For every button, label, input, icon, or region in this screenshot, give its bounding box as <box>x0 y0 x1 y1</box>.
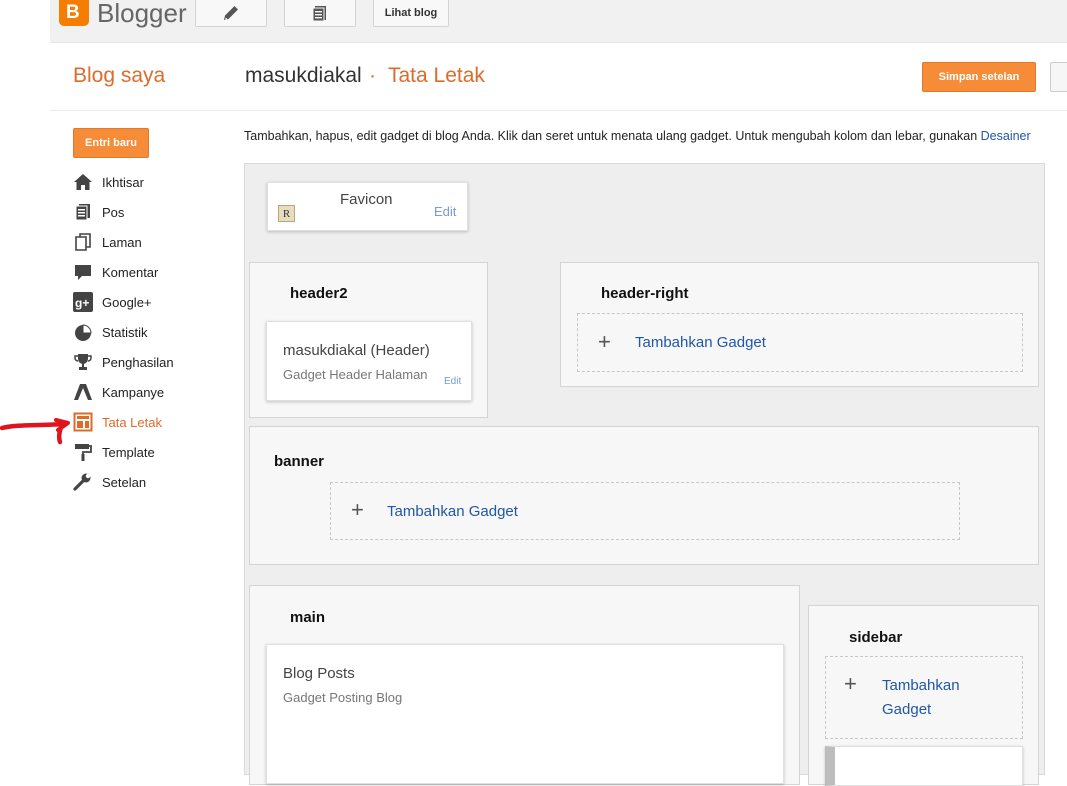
sidebar-gadget[interactable] <box>825 746 1023 786</box>
add-gadget-banner[interactable]: + Tambahkan Gadget <box>330 482 960 540</box>
sidebar-item-template[interactable]: Template <box>73 441 155 463</box>
add-gadget-sidebar[interactable]: + Tambahkan Gadget <box>825 656 1023 739</box>
sidebar-item-label: Penghasilan <box>102 354 174 370</box>
posts-list-button[interactable] <box>284 0 356 27</box>
gadget-title: Blog Posts <box>283 665 355 682</box>
new-post-pencil-button[interactable] <box>195 0 267 27</box>
sidebar-item-kampanye[interactable]: Kampanye <box>73 381 164 403</box>
sidebar-item-label: Ikhtisar <box>102 174 144 190</box>
section-header-right: header-right + Tambahkan Gadget <box>560 262 1039 387</box>
add-gadget-label: Tambahkan <box>882 677 960 694</box>
sidebar-item-label: Google+ <box>102 294 152 310</box>
favicon-gadget[interactable]: R Favicon Edit <box>267 182 468 231</box>
sidebar-item-label: Tata Letak <box>102 414 162 430</box>
sidebar-item-komentar[interactable]: Komentar <box>73 261 158 283</box>
blog-name: masukdiakal <box>245 64 362 87</box>
preview-button[interactable] <box>1050 62 1067 92</box>
section-sidebar: sidebar + Tambahkan Gadget <box>808 605 1039 786</box>
pages-icon <box>73 232 93 252</box>
sidebar-item-tata-letak[interactable]: Tata Letak <box>73 411 162 433</box>
sidebar-item-label: Setelan <box>102 474 147 490</box>
header-divider <box>50 110 1067 111</box>
my-blogs-link[interactable]: Blog saya <box>73 64 165 88</box>
sidebar-item-label: Statistik <box>102 324 148 340</box>
sidebar-item-google-plus[interactable]: g+ Google+ <box>73 291 152 313</box>
section-header2: header2 masukdiakal (Header) Gadget Head… <box>249 262 488 418</box>
sidebar-item-label: Laman <box>102 234 142 250</box>
add-gadget-header-right[interactable]: + Tambahkan Gadget <box>577 313 1023 372</box>
wrench-icon <box>73 472 93 492</box>
sidebar-item-ikhtisar[interactable]: Ikhtisar <box>73 171 144 193</box>
layout-description: Tambahkan, hapus, edit gadget di blog An… <box>244 129 1031 143</box>
section-title: sidebar <box>849 629 903 646</box>
sidebar-item-label: Kampanye <box>102 384 165 400</box>
comment-icon <box>73 262 93 282</box>
gadget-subtitle: Gadget Header Halaman <box>283 367 428 382</box>
section-title: banner <box>274 453 325 470</box>
section-title: main <box>290 609 326 626</box>
designer-link[interactable]: Desainer <box>981 129 1031 143</box>
blog-posts-gadget[interactable]: Blog Posts Gadget Posting Blog <box>266 644 784 784</box>
logo-letter: B <box>66 2 80 23</box>
sidebar-item-setelan[interactable]: Setelan <box>73 471 146 493</box>
favicon-edit-link[interactable]: Edit <box>434 204 456 219</box>
gadget-subtitle: Gadget Posting Blog <box>283 690 403 705</box>
annotation-arrow-icon <box>0 418 70 445</box>
section-banner: banner + Tambahkan Gadget <box>249 426 1039 565</box>
view-blog-button[interactable]: Lihat blog <box>373 0 449 27</box>
stats-icon <box>73 322 93 342</box>
section-main: main Blog Posts Gadget Posting Blog <box>249 585 800 785</box>
sidebar-item-pos[interactable]: Pos <box>73 201 124 223</box>
gadget-title: Favicon <box>340 191 393 208</box>
trophy-icon <box>73 352 93 372</box>
brand-name[interactable]: Blogger <box>97 0 187 29</box>
add-gadget-label: Tambahkan Gadget <box>387 503 518 520</box>
favicon-icon: R <box>278 205 295 222</box>
sidebar-item-penghasilan[interactable]: Penghasilan <box>73 351 174 373</box>
add-gadget-label: Tambahkan Gadget <box>635 334 766 351</box>
header-gadget[interactable]: masukdiakal (Header) Gadget Header Halam… <box>266 321 472 401</box>
svg-text:g+: g+ <box>75 296 89 310</box>
section-title: header2 <box>290 285 348 302</box>
gadget-title: masukdiakal (Header) <box>283 342 430 359</box>
home-icon <box>73 172 93 192</box>
campaign-icon <box>73 382 93 402</box>
header-edit-link[interactable]: Edit <box>444 376 461 387</box>
plus-icon: + <box>351 497 364 522</box>
sidebar-item-label: Komentar <box>102 264 159 280</box>
pages-icon <box>312 6 326 22</box>
google-plus-icon: g+ <box>73 292 93 312</box>
add-gadget-label: Gadget <box>882 701 932 718</box>
title-separator: · <box>369 64 376 87</box>
section-title: header-right <box>601 285 689 302</box>
plus-icon: + <box>598 329 611 354</box>
sidebar-item-label: Template <box>102 444 155 460</box>
sidebar-item-laman[interactable]: Laman <box>73 231 142 253</box>
page-title: Tata Letak <box>388 64 485 87</box>
pencil-icon <box>224 6 238 20</box>
save-settings-button[interactable]: Simpan setelan <box>922 62 1036 92</box>
posts-icon <box>73 202 93 222</box>
plus-icon: + <box>844 671 857 696</box>
sidebar-item-statistik[interactable]: Statistik <box>73 321 148 343</box>
sidebar-item-label: Pos <box>102 204 125 220</box>
new-post-button[interactable]: Entri baru <box>73 128 149 158</box>
